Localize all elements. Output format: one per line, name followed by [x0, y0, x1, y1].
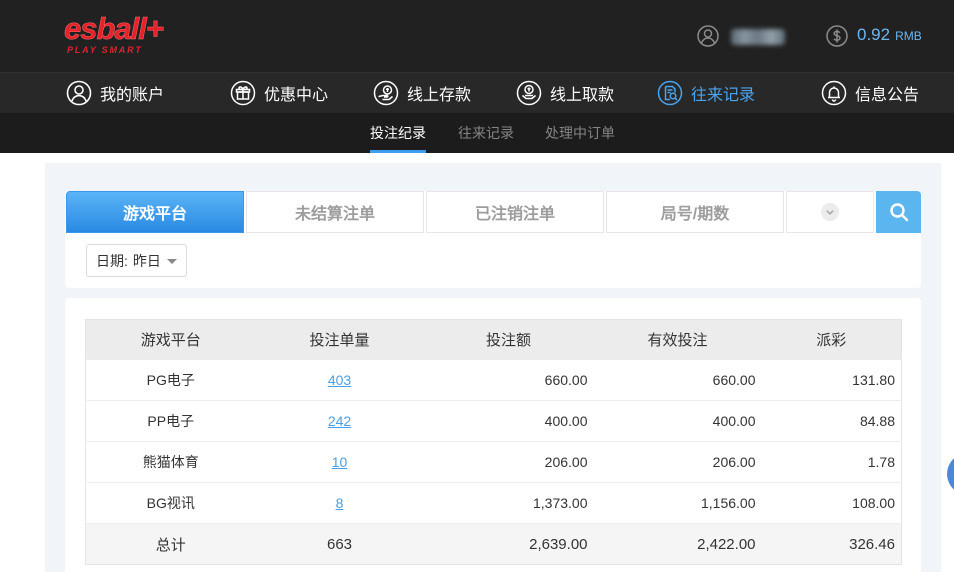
cell-valid-bet: 660.00 [593, 359, 762, 401]
column-header-bet-count: 投注单量 [255, 319, 424, 360]
cell-valid-bet: 400.00 [593, 400, 762, 442]
nav-label: 信息公告 [855, 87, 920, 104]
bet-summary-table: 游戏平台 投注单量 投注额 有效投注 派彩 PG电子 403 660.00 66… [85, 319, 902, 565]
tab-game-platform[interactable]: 游戏平台 [66, 191, 244, 233]
gift-icon [230, 80, 256, 106]
cell-platform: BG视讯 [85, 482, 256, 524]
tab-unsettled[interactable]: 未结算注单 [246, 191, 424, 233]
nav-label: 往来记录 [691, 87, 756, 104]
cell-total-bet-amount: 2,639.00 [423, 523, 594, 565]
nav-my-account[interactable]: 我的账户 [66, 73, 164, 113]
table-row: 熊猫体育 10 206.00 206.00 1.78 [85, 441, 902, 483]
cell-bet-count: 403 [255, 359, 424, 401]
cell-bet-count: 242 [255, 400, 424, 442]
nav-deposit[interactable]: 线上存款 [373, 73, 471, 113]
cell-bet-count: 10 [255, 441, 424, 483]
masked-username[interactable] [731, 29, 785, 45]
table-row: PP电子 242 400.00 400.00 84.88 [85, 400, 902, 442]
filter-card: 游戏平台 未结算注单 已注销注单 局号/期数 日期: 昨日 [65, 191, 921, 288]
tab-label: 局号/期数 [660, 206, 730, 223]
tab-cancelled[interactable]: 已注销注单 [426, 191, 604, 233]
bet-count-link[interactable]: 8 [336, 495, 344, 511]
table-row: PG电子 403 660.00 660.00 131.80 [85, 359, 902, 401]
table-header-row: 游戏平台 投注单量 投注额 有效投注 派彩 [85, 319, 902, 360]
user-icon [66, 80, 92, 106]
logo-tagline: PLAY SMART [67, 45, 143, 55]
cell-payout: 1.78 [761, 441, 902, 483]
bet-count-link[interactable]: 10 [332, 454, 348, 470]
subnav-label: 投注纪录 [370, 125, 426, 141]
dollar-circle-icon [826, 25, 848, 47]
column-header-valid-bet: 有效投注 [593, 319, 762, 360]
cell-bet-amount: 660.00 [423, 359, 594, 401]
cell-total-label: 总计 [85, 523, 256, 565]
search-icon [889, 203, 908, 222]
table-total-row: 总计 663 2,639.00 2,422.00 326.46 [85, 523, 902, 565]
user-circle-icon[interactable] [697, 25, 719, 47]
cell-valid-bet: 206.00 [593, 441, 762, 483]
date-filter-select[interactable]: 日期: 昨日 [86, 244, 187, 277]
nav-withdraw[interactable]: 线上取款 [516, 73, 614, 113]
cell-valid-bet: 1,156.00 [593, 482, 762, 524]
main-nav: 我的账户 优惠中心 线上存款 线上取款 往来记录 信息公告 [0, 72, 954, 113]
cell-bet-amount: 400.00 [423, 400, 594, 442]
date-filter-label: 日期: [96, 252, 128, 269]
subnav-label: 处理中订单 [545, 125, 615, 141]
tab-label: 未结算注单 [294, 206, 375, 223]
caret-down-icon [166, 258, 177, 264]
nav-records[interactable]: 往来记录 [657, 73, 755, 113]
nav-label: 优惠中心 [264, 87, 329, 104]
bet-count-link[interactable]: 242 [328, 413, 351, 429]
nav-label: 我的账户 [100, 87, 165, 104]
subnav-pending-orders[interactable]: 处理中订单 [545, 113, 615, 153]
record-icon [657, 80, 683, 106]
cell-total-payout: 326.46 [761, 523, 902, 565]
cell-bet-amount: 206.00 [423, 441, 594, 483]
tab-round-number[interactable]: 局号/期数 [606, 191, 784, 233]
column-header-platform: 游戏平台 [85, 319, 256, 360]
column-header-bet-amount: 投注额 [423, 319, 594, 360]
cell-bet-count: 8 [255, 482, 424, 524]
tab-label: 已注销注单 [474, 206, 555, 223]
subnav-transactions[interactable]: 往来记录 [458, 113, 514, 153]
subnav-label: 往来记录 [458, 125, 514, 141]
top-header: esball+ PLAY SMART 0.92 RMB [0, 0, 954, 72]
nav-promotions[interactable]: 优惠中心 [230, 73, 328, 113]
withdraw-icon [516, 80, 542, 106]
column-header-payout: 派彩 [761, 319, 902, 360]
nav-announcements[interactable]: 信息公告 [821, 73, 919, 113]
date-filter-value: 昨日 [132, 252, 161, 269]
chevron-down-icon [821, 203, 839, 221]
floating-service-button[interactable] [947, 453, 954, 495]
balance-display: 0.92 RMB [857, 25, 922, 47]
cell-platform: PP电子 [85, 400, 256, 442]
balance-currency: RMB [895, 29, 922, 43]
cell-platform: 熊猫体育 [85, 441, 256, 483]
subnav-bet-records[interactable]: 投注纪录 [370, 113, 426, 153]
cell-total-valid-bet: 2,422.00 [593, 523, 762, 565]
bet-count-link[interactable]: 403 [328, 372, 351, 388]
cell-payout: 131.80 [761, 359, 902, 401]
tab-label: 游戏平台 [122, 206, 187, 223]
cell-total-count: 663 [255, 523, 424, 565]
more-tabs-button[interactable] [786, 191, 874, 233]
search-button[interactable] [876, 191, 921, 233]
sub-nav: 投注纪录 往来记录 处理中订单 [0, 113, 954, 153]
cell-bet-amount: 1,373.00 [423, 482, 594, 524]
cell-platform: PG电子 [85, 359, 256, 401]
report-card: 游戏平台 投注单量 投注额 有效投注 派彩 PG电子 403 660.00 66… [65, 298, 921, 572]
deposit-icon [373, 80, 399, 106]
active-tab-underline [370, 150, 426, 153]
brand-logo[interactable]: esball+ PLAY SMART [64, 11, 174, 59]
cell-payout: 108.00 [761, 482, 902, 524]
cell-payout: 84.88 [761, 400, 902, 442]
nav-label: 线上存款 [407, 87, 472, 104]
table-row: BG视讯 8 1,373.00 1,156.00 108.00 [85, 482, 902, 524]
balance-amount: 0.92 [857, 25, 891, 44]
logo-wordmark: esball+ [64, 11, 165, 46]
nav-label: 线上取款 [550, 87, 615, 104]
bell-icon [821, 80, 847, 106]
